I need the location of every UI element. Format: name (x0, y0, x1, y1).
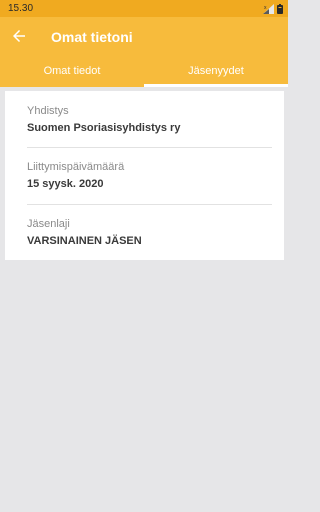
battery-icon (277, 3, 283, 14)
membership-card: Yhdistys Suomen Psoriasisyhdistys ry Lii… (5, 91, 284, 260)
field-value: VARSINAINEN JÄSEN (27, 235, 142, 247)
tab-bar: Omat tiedot Jäsenyydet (0, 57, 288, 87)
divider (27, 147, 272, 148)
tab-jasenyydet[interactable]: Jäsenyydet (144, 57, 288, 87)
status-time: 15.30 (8, 3, 34, 14)
field-label: Jäsenlaji (27, 218, 70, 230)
field-membership-type: Jäsenlaji VARSINAINEN JÄSEN (27, 218, 272, 247)
field-value: 15 syysk. 2020 (27, 178, 104, 190)
divider (27, 204, 272, 205)
back-arrow-icon[interactable] (10, 27, 28, 45)
signal-icon: x (263, 3, 274, 14)
field-label: Yhdistys (27, 105, 69, 117)
field-join-date: Liittymispäivämäärä 15 syysk. 2020 (27, 161, 272, 190)
tab-omat-tiedot[interactable]: Omat tiedot (0, 57, 144, 87)
field-association: Yhdistys Suomen Psoriasisyhdistys ry (27, 105, 272, 134)
field-label: Liittymispäivämäärä (27, 161, 125, 173)
app-bar: Omat tietoni (0, 17, 288, 57)
field-value: Suomen Psoriasisyhdistys ry (27, 122, 181, 134)
page-title: Omat tietoni (51, 29, 133, 45)
status-bar: 15.30 x (0, 0, 288, 17)
svg-text:x: x (264, 5, 267, 11)
status-icons: x (263, 3, 283, 14)
